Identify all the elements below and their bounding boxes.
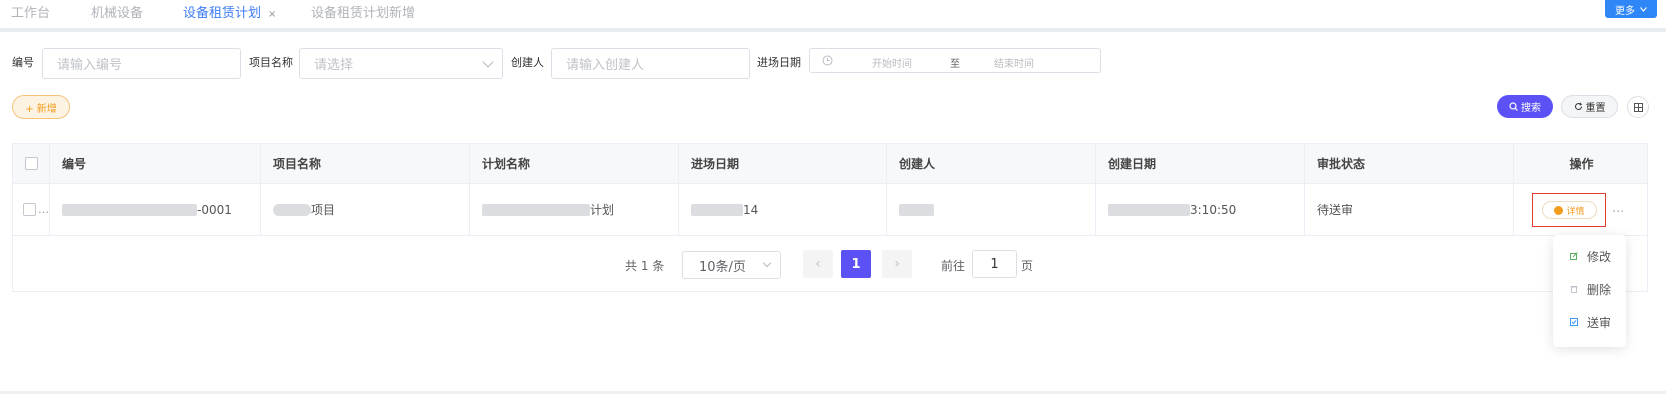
header-plan-name[interactable]: 计划名称 [470,144,679,183]
more-button[interactable]: 更多 [1605,0,1657,18]
cell-project: 项目 [261,184,470,235]
dropdown-item-submit[interactable]: 送审 [1553,311,1626,333]
chevron-down-icon [762,258,772,268]
delete-icon [1570,286,1578,293]
tab-rental-plan-new[interactable]: 设备租赁计划新增 [311,2,415,21]
code-label: 编号 [12,56,34,69]
creator-placeholder: 请输入创建人 [566,58,645,73]
header-project[interactable]: 项目名称 [261,144,470,183]
redacted-block [691,203,743,216]
search-icon [1509,102,1518,111]
page-size-label: 10条/页 [699,259,746,275]
redacted-block [62,203,197,216]
clock-icon [822,55,833,66]
more-button-label: 更多 [1615,5,1635,17]
entry-date-range-picker[interactable]: 开始时间 至 结束时间 [809,48,1101,73]
dropdown-item-label: 删除 [1587,282,1612,297]
date-separator: 至 [950,59,960,70]
code-placeholder: 请输入编号 [57,58,123,73]
dropdown-item-label: 送审 [1587,315,1612,330]
refresh-icon [1574,102,1582,110]
cell-entry-date-text: 14 [743,202,759,217]
cell-status: 待送审 [1305,184,1514,235]
pagination-total: 共 1 条 [625,259,665,273]
header-status[interactable]: 审批状态 [1305,144,1514,183]
table-row[interactable]: … -0001 项目 计划 14 3:10:50 待送审 [13,184,1647,236]
start-date-placeholder[interactable]: 开始时间 [872,55,912,70]
cell-project-text: 项目 [311,203,336,217]
tab-bar: 工作台 机械设备 设备租赁计划 × 设备租赁计划新增 [0,0,1666,32]
submit-icon [1570,318,1578,326]
row-select-cell: … [13,184,50,235]
more-actions-icon[interactable]: ... [1612,201,1624,216]
project-placeholder: 请选择 [314,58,354,73]
header-select-cell [13,144,50,183]
search-button[interactable]: 搜索 [1497,95,1553,118]
detail-button[interactable]: 详情 [1542,201,1597,219]
edit-icon [1570,252,1578,260]
tab-close-icon[interactable]: × [268,9,276,20]
cell-creator [887,184,1096,235]
chevron-down-icon [482,56,494,68]
header-actions: 操作 [1569,157,1594,171]
cell-entry-date: 14 [679,184,887,235]
end-date-placeholder[interactable]: 结束时间 [994,55,1034,70]
tab-machinery[interactable]: 机械设备 [91,2,143,21]
header-creator[interactable]: 创建人 [887,144,1096,183]
column-settings-button[interactable] [1627,96,1649,118]
header-code[interactable]: 编号 [50,144,261,183]
dropdown-item-delete[interactable]: 删除 [1553,278,1626,300]
add-button[interactable]: + 新增 [12,95,70,119]
detail-icon [1554,205,1564,215]
cell-plan-name-text: 计划 [590,203,615,217]
select-all-checkbox[interactable] [24,157,38,170]
tab-rental-plan-label: 设备租赁计划 [183,6,262,21]
tab-rental-plan[interactable]: 设备租赁计划 × [183,2,276,21]
goto-page-input[interactable]: 1 [972,250,1017,278]
cell-created-date-text: 3:10:50 [1190,202,1237,217]
header-entry-date[interactable]: 进场日期 [679,144,887,183]
page-1-button[interactable]: 1 [841,250,871,278]
table-header: 编号 项目名称 计划名称 进场日期 创建人 创建日期 审批状态 操作 [13,144,1647,184]
cell-code-text: -0001 [197,202,232,217]
cell-code: -0001 [50,184,261,235]
redacted-block [273,203,311,216]
redacted-block [899,203,934,216]
dropdown-item-edit[interactable]: 修改 [1553,245,1626,267]
entry-date-label: 进场日期 [757,56,801,69]
reset-button[interactable]: 重置 [1561,95,1618,118]
redacted-block [1108,203,1190,216]
reset-button-label: 重置 [1585,103,1606,114]
detail-button-label: 详情 [1566,206,1585,217]
detail-button-highlight: 详情 [1532,193,1606,227]
redacted-block [482,203,590,216]
tab-workbench[interactable]: 工作台 [11,2,50,21]
prev-page-button[interactable]: ‹ [803,250,833,278]
row-checkbox[interactable] [23,203,36,216]
header-created-date[interactable]: 创建日期 [1096,144,1305,183]
goto-suffix: 页 [1021,259,1034,273]
goto-prefix: 前往 [941,259,966,273]
search-button-label: 搜索 [1521,103,1541,114]
cell-plan-name: 计划 [470,184,679,235]
project-select[interactable]: 请选择 [299,48,503,79]
creator-label: 创建人 [511,56,544,69]
chevron-down-icon [1640,6,1647,12]
dropdown-item-label: 修改 [1587,249,1612,264]
next-page-button[interactable]: › [882,250,912,278]
page-size-select[interactable]: 10条/页 [682,251,781,279]
code-input[interactable]: 请输入编号 [42,48,241,79]
more-actions-dropdown: 修改 删除 送审 [1553,235,1626,347]
grid-icon [1633,102,1643,112]
project-label: 项目名称 [249,56,293,69]
creator-input[interactable]: 请输入创建人 [551,48,750,79]
cell-created-date: 3:10:50 [1096,184,1305,235]
